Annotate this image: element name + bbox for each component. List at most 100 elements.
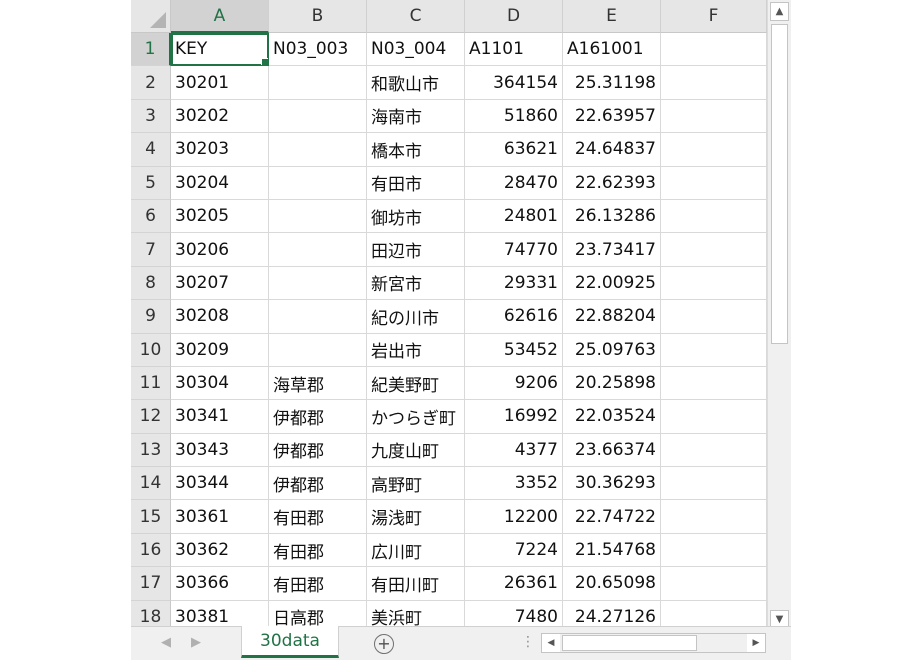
cell-e17[interactable]: 20.65098: [563, 567, 661, 601]
cell-b5[interactable]: [269, 166, 367, 200]
scroll-up-arrow-icon[interactable]: ▲: [770, 2, 789, 21]
cell-f17[interactable]: [661, 567, 767, 601]
cell-a3[interactable]: 30202: [171, 99, 269, 134]
cell-d6[interactable]: 24801: [465, 199, 563, 234]
cell-f11[interactable]: [661, 366, 767, 401]
row-header[interactable]: 14: [131, 467, 171, 501]
cell-d10[interactable]: 53452: [465, 333, 563, 367]
cell-d5[interactable]: 28470: [465, 166, 563, 200]
cell-d7[interactable]: 74770: [465, 233, 563, 267]
cell-c6[interactable]: 御坊市: [367, 199, 465, 234]
row-header[interactable]: 5: [131, 166, 171, 200]
cell-e16[interactable]: 21.54768: [563, 533, 661, 568]
cell-c4[interactable]: 橋本市: [367, 133, 465, 167]
cell-f1[interactable]: [661, 33, 767, 67]
cell-e14[interactable]: 30.36293: [563, 467, 661, 501]
cell-e7[interactable]: 23.73417: [563, 233, 661, 267]
cell-a14[interactable]: 30344: [171, 467, 269, 501]
cell-a2[interactable]: 30201: [171, 66, 269, 100]
cell-a5[interactable]: 30204: [171, 166, 269, 200]
scroll-left-arrow-icon[interactable]: ◀: [542, 634, 560, 652]
cell-f12[interactable]: [661, 400, 767, 434]
cell-b9[interactable]: [269, 300, 367, 334]
cell-e15[interactable]: 22.74722: [563, 500, 661, 534]
cell-b8[interactable]: [269, 266, 367, 301]
cell-c10[interactable]: 岩出市: [367, 333, 465, 367]
row-header[interactable]: 4: [131, 133, 171, 167]
cell-f10[interactable]: [661, 333, 767, 367]
cell-d14[interactable]: 3352: [465, 467, 563, 501]
cell-d4[interactable]: 63621: [465, 133, 563, 167]
horizontal-scroll-thumb[interactable]: [562, 635, 697, 651]
cell-a15[interactable]: 30361: [171, 500, 269, 534]
column-header-d[interactable]: D: [465, 0, 563, 33]
row-header[interactable]: 10: [131, 333, 171, 367]
cell-b1[interactable]: N03_003: [269, 33, 367, 67]
cell-f13[interactable]: [661, 433, 767, 468]
row-header[interactable]: 16: [131, 533, 171, 568]
row-header[interactable]: 12: [131, 400, 171, 434]
cell-a11[interactable]: 30304: [171, 366, 269, 401]
cell-c9[interactable]: 紀の川市: [367, 300, 465, 334]
cell-d3[interactable]: 51860: [465, 99, 563, 134]
cell-b10[interactable]: [269, 333, 367, 367]
cell-c17[interactable]: 有田川町: [367, 567, 465, 601]
cell-a9[interactable]: 30208: [171, 300, 269, 334]
cell-c3[interactable]: 海南市: [367, 99, 465, 134]
cell-c1[interactable]: N03_004: [367, 33, 465, 67]
cell-b7[interactable]: [269, 233, 367, 267]
column-header-b[interactable]: B: [269, 0, 367, 33]
cell-a10[interactable]: 30209: [171, 333, 269, 367]
cell-a16[interactable]: 30362: [171, 533, 269, 568]
cell-b16[interactable]: 有田郡: [269, 533, 367, 568]
cell-d17[interactable]: 26361: [465, 567, 563, 601]
cell-b11[interactable]: 海草郡: [269, 366, 367, 401]
cell-e12[interactable]: 22.03524: [563, 400, 661, 434]
cell-f6[interactable]: [661, 199, 767, 234]
cell-d11[interactable]: 9206: [465, 366, 563, 401]
cell-b17[interactable]: 有田郡: [269, 567, 367, 601]
cell-e1[interactable]: A161001: [563, 33, 661, 67]
cell-c2[interactable]: 和歌山市: [367, 66, 465, 100]
row-header[interactable]: 17: [131, 567, 171, 601]
cell-a13[interactable]: 30343: [171, 433, 269, 468]
cell-d15[interactable]: 12200: [465, 500, 563, 534]
row-header[interactable]: 3: [131, 99, 171, 134]
cell-e10[interactable]: 25.09763: [563, 333, 661, 367]
cell-e9[interactable]: 22.88204: [563, 300, 661, 334]
tab-split-handle-icon[interactable]: ⋮: [521, 634, 535, 650]
cell-d1[interactable]: A1101: [465, 33, 563, 67]
cell-c15[interactable]: 湯浅町: [367, 500, 465, 534]
cell-c8[interactable]: 新宮市: [367, 266, 465, 301]
cell-d13[interactable]: 4377: [465, 433, 563, 468]
cell-f15[interactable]: [661, 500, 767, 534]
cell-d12[interactable]: 16992: [465, 400, 563, 434]
row-header[interactable]: 7: [131, 233, 171, 267]
column-header-c[interactable]: C: [367, 0, 465, 33]
cell-e5[interactable]: 22.62393: [563, 166, 661, 200]
cell-b6[interactable]: [269, 199, 367, 234]
cell-c7[interactable]: 田辺市: [367, 233, 465, 267]
cell-c12[interactable]: かつらぎ町: [367, 400, 465, 434]
cell-b2[interactable]: [269, 66, 367, 100]
cell-c14[interactable]: 高野町: [367, 467, 465, 501]
add-sheet-plus-icon[interactable]: +: [374, 634, 394, 654]
vertical-scroll-thumb[interactable]: [771, 24, 788, 344]
column-header-e[interactable]: E: [563, 0, 661, 33]
cell-a4[interactable]: 30203: [171, 133, 269, 167]
cell-c13[interactable]: 九度山町: [367, 433, 465, 468]
cell-a6[interactable]: 30205: [171, 199, 269, 234]
cell-a1[interactable]: KEY: [171, 33, 269, 67]
cell-a8[interactable]: 30207: [171, 266, 269, 301]
row-header[interactable]: 13: [131, 433, 171, 468]
cell-b15[interactable]: 有田郡: [269, 500, 367, 534]
cell-e2[interactable]: 25.31198: [563, 66, 661, 100]
cell-e6[interactable]: 26.13286: [563, 199, 661, 234]
cell-f9[interactable]: [661, 300, 767, 334]
cell-f4[interactable]: [661, 133, 767, 167]
cell-c16[interactable]: 広川町: [367, 533, 465, 568]
row-header[interactable]: 15: [131, 500, 171, 534]
cell-d9[interactable]: 62616: [465, 300, 563, 334]
cell-d16[interactable]: 7224: [465, 533, 563, 568]
cell-c11[interactable]: 紀美野町: [367, 366, 465, 401]
